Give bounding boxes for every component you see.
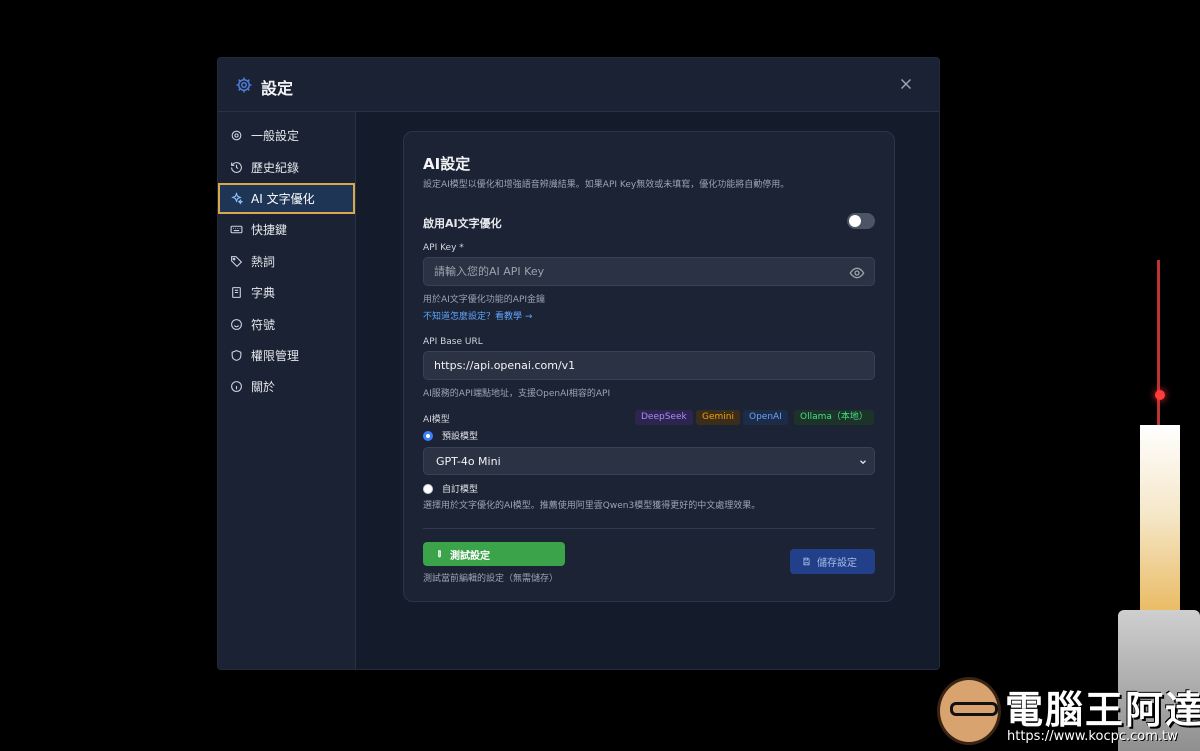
book-icon — [232, 287, 241, 298]
api-key-input[interactable] — [423, 257, 875, 286]
sidebar-item-permissions[interactable]: 權限管理 — [218, 340, 355, 371]
sidebar-item-label: 快捷鍵 — [251, 223, 288, 237]
sidebar-item-label: 權限管理 — [251, 349, 300, 363]
sidebar-item-label: AI 文字優化 — [251, 192, 315, 206]
preset-model-radio[interactable]: 預設模型 — [423, 429, 478, 442]
model-select[interactable]: GPT-4o Mini — [423, 447, 875, 475]
keyboard-icon — [230, 225, 243, 234]
model-select-value: GPT-4o Mini — [436, 454, 501, 468]
sidebar-item-dictionary[interactable]: 字典 — [218, 277, 355, 308]
tower-shaft — [1140, 425, 1180, 625]
test-button-label: 測試設定 — [450, 550, 490, 562]
close-icon[interactable] — [897, 75, 915, 93]
sidebar-item-label: 符號 — [251, 318, 276, 332]
ai-settings-title: AI設定 — [423, 155, 471, 173]
sidebar-item-general[interactable]: 一般設定 — [218, 120, 355, 151]
watermark-title: 電腦王阿達 — [1005, 688, 1200, 732]
custom-model-label: 自訂模型 — [442, 485, 479, 495]
save-icon — [803, 557, 810, 566]
save-button-label: 儲存設定 — [817, 558, 857, 569]
ai-settings-description: 設定AI模型以優化和增強語音辨識結果。如果API Key無效或未填寫，優化功能將… — [423, 180, 790, 190]
sidebar-item-label: 關於 — [251, 380, 276, 394]
preset-model-label: 預設模型 — [442, 432, 479, 442]
gear-icon — [231, 130, 242, 141]
base-url-input[interactable] — [423, 351, 875, 380]
sidebar-item-label: 歷史紀錄 — [251, 161, 300, 175]
tower-light — [1155, 390, 1165, 400]
model-help: 選擇用於文字優化的AI模型。推薦使用阿里雲Qwen3模型獲得更好的中文處理效果。 — [423, 501, 761, 511]
radio-unselected[interactable] — [423, 483, 433, 494]
tower-antenna — [1157, 260, 1160, 430]
provider-tag-gemini: Gemini — [696, 410, 740, 425]
custom-model-radio[interactable]: 自訂模型 — [423, 482, 478, 495]
sidebar-item-hotwords[interactable]: 熱詞 — [218, 246, 355, 277]
settings-content: AI設定 設定AI模型以優化和增強語音辨識結果。如果API Key無效或未填寫，… — [356, 112, 939, 669]
test-help: 測試當前編輯的設定（無需儲存） — [423, 574, 559, 584]
save-settings-button[interactable]: 儲存設定 — [790, 549, 875, 574]
sidebar-item-label: 熱詞 — [251, 255, 276, 269]
base-url-label: API Base URL — [423, 337, 483, 347]
toggle-knob — [849, 215, 861, 227]
info-icon — [231, 381, 242, 392]
gear-icon — [236, 77, 252, 93]
eye-icon[interactable] — [849, 265, 865, 281]
tutorial-link[interactable]: 不知道怎麼設定？看教學 → — [423, 309, 532, 322]
sidebar-item-label: 字典 — [251, 286, 276, 300]
radio-selected[interactable] — [423, 430, 433, 441]
dialog-title: 設定 — [261, 79, 294, 98]
ai-model-label: AI模型 — [423, 415, 450, 425]
chevron-down-icon — [860, 460, 866, 465]
smile-icon — [231, 319, 242, 330]
sidebar-item-about[interactable]: 關於 — [218, 371, 355, 402]
settings-sidebar: 一般設定 歷史紀錄 AI 文字優化 快捷鍵 熱詞 字典 符號 權限管理 關於 — [218, 112, 356, 669]
test-tube-icon — [438, 549, 441, 557]
sidebar-item-shortcuts[interactable]: 快捷鍵 — [218, 214, 355, 245]
watermark-url: https://www.kocpc.com.tw — [1007, 729, 1178, 744]
sparkles-icon — [231, 192, 243, 205]
api-key-label: API Key * — [423, 243, 464, 253]
settings-dialog: 設定 一般設定 歷史紀錄 AI 文字優化 快捷鍵 熱詞 字典 符號 權限管理 關… — [217, 57, 940, 670]
dialog-header: 設定 — [218, 58, 939, 112]
sidebar-item-history[interactable]: 歷史紀錄 — [218, 152, 355, 183]
sidebar-item-symbols[interactable]: 符號 — [218, 309, 355, 340]
enable-ai-label: 啟用AI文字優化 — [423, 217, 502, 230]
mascot-glasses — [950, 702, 998, 716]
provider-tag-openai: OpenAI — [743, 410, 788, 425]
mascot-face — [937, 677, 1001, 745]
api-key-help: 用於AI文字優化功能的API金鑰 — [423, 295, 546, 305]
test-settings-button[interactable]: 測試設定 — [423, 542, 565, 566]
sidebar-item-ai-optimize[interactable]: AI 文字優化 — [218, 183, 355, 214]
provider-tag-deepseek: DeepSeek — [635, 410, 693, 425]
divider — [423, 528, 875, 529]
provider-tag-ollama: Ollama（本地） — [794, 410, 874, 425]
sidebar-item-label: 一般設定 — [251, 129, 300, 143]
history-icon — [231, 162, 242, 173]
base-url-help: AI服務的API端點地址，支援OpenAI相容的API — [423, 389, 611, 399]
tag-icon — [231, 256, 243, 268]
enable-ai-toggle[interactable] — [847, 213, 875, 229]
watermark: 電腦王阿達 https://www.kocpc.com.tw — [935, 675, 1200, 751]
shield-icon — [231, 350, 242, 361]
ai-settings-card: AI設定 設定AI模型以優化和增強語音辨識結果。如果API Key無效或未填寫，… — [403, 131, 895, 602]
